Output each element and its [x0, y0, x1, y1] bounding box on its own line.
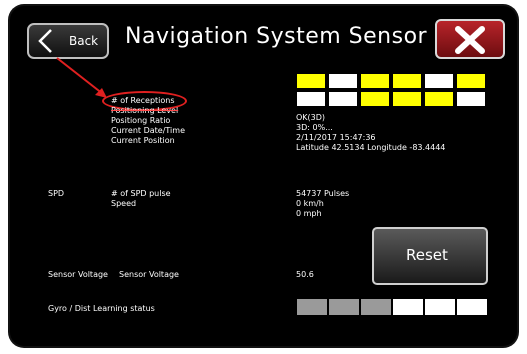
current-datetime-label: Current Date/Time — [111, 126, 185, 135]
gyro-cell — [360, 298, 392, 316]
gyro-cell — [424, 298, 456, 316]
chevron-left-icon — [38, 29, 52, 53]
positioning-ratio-label: Positiong Ratio — [111, 116, 171, 125]
page-title: Navigation System Sensor — [125, 24, 428, 49]
gyro-cell — [392, 298, 424, 316]
reception-cell — [456, 91, 486, 107]
reset-button[interactable]: Reset — [372, 227, 488, 285]
app-screen: Back Navigation System Sensor # of Recep… — [10, 6, 517, 346]
reception-cell — [328, 91, 358, 107]
reception-cell — [296, 73, 326, 89]
positioning-ratio-value: 3D: 0%... — [296, 123, 333, 132]
spd-section-label: SPD — [48, 189, 65, 198]
back-button[interactable]: Back — [27, 23, 109, 59]
reception-cell — [424, 91, 454, 107]
back-label: Back — [69, 34, 99, 48]
datetime-value: 2/11/2017 15:47:36 — [296, 133, 376, 142]
reception-cell — [360, 91, 390, 107]
reception-cell — [392, 91, 422, 107]
speed-mph-value: 0 mph — [296, 209, 322, 218]
sensor-voltage-section-label: Sensor Voltage — [48, 270, 108, 279]
gyro-learning-label: Gyro / Dist Learning status — [48, 304, 155, 313]
sensor-voltage-label: Sensor Voltage — [119, 270, 179, 279]
reception-cell — [392, 73, 422, 89]
current-position-label: Current Position — [111, 136, 175, 145]
reception-cell — [360, 73, 390, 89]
positioning-level-label: Positioning Level — [111, 106, 179, 115]
reception-cell — [328, 73, 358, 89]
gyro-cell — [328, 298, 360, 316]
position-value: Latitude 42.5134 Longitude -83.4444 — [296, 143, 446, 152]
close-button[interactable] — [435, 19, 505, 59]
reset-label: Reset — [406, 246, 448, 264]
reception-cell — [456, 73, 486, 89]
gyro-cell — [296, 298, 328, 316]
spd-pulse-value: 54737 Pulses — [296, 189, 350, 198]
reception-cell — [296, 91, 326, 107]
gyro-learning-status-bar — [296, 298, 488, 316]
reception-status-value: OK(3D) — [296, 113, 326, 122]
reception-grid — [296, 73, 488, 109]
spd-pulse-label: # of SPD pulse — [111, 189, 171, 198]
sensor-voltage-value: 50.6 — [296, 270, 314, 279]
receptions-label: # of Receptions — [111, 96, 175, 105]
close-icon — [455, 26, 485, 54]
speed-label: Speed — [111, 199, 137, 208]
speed-kmh-value: 0 km/h — [296, 199, 324, 208]
reception-cell — [424, 73, 454, 89]
gyro-cell — [456, 298, 488, 316]
